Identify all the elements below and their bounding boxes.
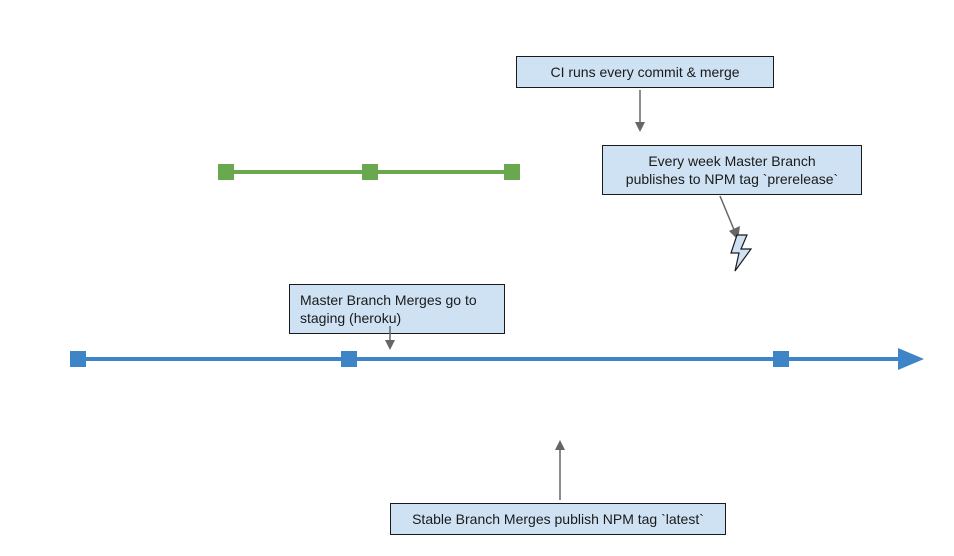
master-commit-node (341, 351, 357, 367)
diagram-canvas (0, 0, 954, 556)
label-stable: Stable Branch Merges publish NPM tag `la… (390, 503, 726, 535)
arrow-stable-up-head-icon (555, 440, 565, 450)
feature-commit-node (504, 164, 520, 180)
label-prerelease-line1: Every week Master Branch (613, 152, 851, 170)
label-staging-line1: Master Branch Merges go to (300, 291, 494, 309)
label-ci-text: CI runs every commit & merge (550, 64, 739, 80)
feature-commit-node (362, 164, 378, 180)
label-staging: Master Branch Merges go to staging (hero… (289, 284, 505, 334)
label-prerelease-line2: publishes to NPM tag `prerelease` (613, 170, 851, 188)
label-prerelease: Every week Master Branch publishes to NP… (602, 145, 862, 195)
feature-commit-node (218, 164, 234, 180)
lightning-icon (731, 235, 751, 271)
arrow-ci-down-head-icon (635, 122, 645, 132)
label-staging-line2: staging (heroku) (300, 309, 494, 327)
label-stable-text: Stable Branch Merges publish NPM tag `la… (412, 511, 704, 527)
master-commit-node (70, 351, 86, 367)
arrow-staging-down-head-icon (385, 340, 395, 350)
master-commit-node (773, 351, 789, 367)
arrow-prerelease-down (720, 196, 735, 232)
master-branch-arrowhead-icon (898, 348, 924, 370)
arrow-prerelease-down-head-icon (729, 226, 740, 240)
label-ci: CI runs every commit & merge (516, 56, 774, 88)
